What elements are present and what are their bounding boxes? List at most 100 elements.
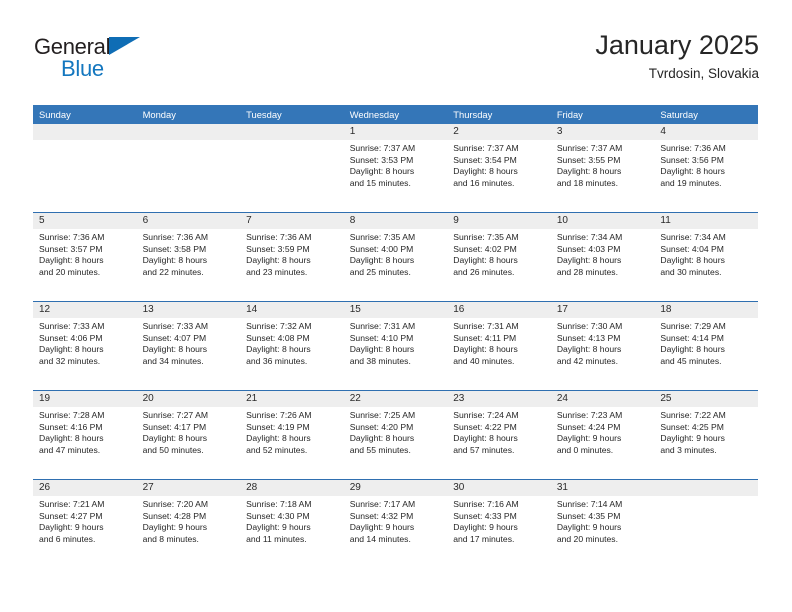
sunrise-time: Sunrise: 7:14 AM: [556, 499, 623, 509]
day-number: 12: [33, 302, 137, 318]
daylight-duration-line2: and 23 minutes.: [246, 266, 308, 277]
day-sun-details: Sunrise: 7:29 AM Sunset: 4:14 PM Daylight:…: [654, 318, 758, 367]
day-number: [136, 124, 241, 140]
day-number: 31: [550, 480, 655, 496]
weekday-header-friday: Friday: [556, 109, 583, 120]
calendar-day-cell[interactable]: 9 Sunrise: 7:35 AM Sunset: 4:02 PM Daylight…: [447, 213, 551, 301]
day-sun-details: Sunrise: 7:24 AM Sunset: 4:22 PM Daylight:…: [447, 407, 551, 456]
daylight-duration-line2: and 50 minutes.: [142, 444, 204, 455]
day-sun-details: Sunrise: 7:18 AM Sunset: 4:30 PM Daylight:…: [240, 496, 344, 545]
calendar-day-cell-empty: [240, 124, 344, 212]
calendar-day-cell-empty: [33, 124, 137, 212]
day-sun-details: Sunrise: 7:36 AM Sunset: 3:57 PM Daylight:…: [33, 229, 137, 278]
day-number: 22: [343, 391, 448, 407]
general-blue-logo[interactable]: General Blue: [33, 34, 233, 86]
weekday-header-wednesday: Wednesday: [349, 109, 400, 120]
daylight-duration-line2: and 20 minutes.: [556, 533, 618, 544]
day-number: 5: [33, 213, 137, 229]
calendar-day-cell[interactable]: 3 Sunrise: 7:37 AM Sunset: 3:55 PM Daylight…: [550, 124, 655, 212]
day-number: 26: [33, 480, 137, 496]
daylight-duration-line1: Daylight: 8 hours: [556, 344, 622, 355]
calendar-day-cell[interactable]: 10 Sunrise: 7:34 AM Sunset: 4:03 PM Dayligh…: [550, 213, 655, 301]
calendar-day-cell[interactable]: 24 Sunrise: 7:23 AM Sunset: 4:24 PM Dayligh…: [550, 391, 655, 479]
calendar-weeks: 1 Sunrise: 7:37 AM Sunset: 3:53 PM Daylight…: [33, 124, 758, 568]
sunrise-time: Sunrise: 7:26 AM: [246, 410, 312, 420]
daylight-duration-line1: Daylight: 8 hours: [453, 433, 518, 444]
calendar-day-cell[interactable]: 22 Sunrise: 7:25 AM Sunset: 4:20 PM Dayligh…: [343, 391, 448, 479]
sunset-time: Sunset: 4:17 PM: [142, 421, 207, 432]
calendar-day-cell[interactable]: 30 Sunrise: 7:16 AM Sunset: 4:33 PM Dayligh…: [447, 480, 551, 568]
day-number: 20: [136, 391, 241, 407]
calendar-day-cell[interactable]: 31 Sunrise: 7:14 AM Sunset: 4:35 PM Dayligh…: [550, 480, 655, 568]
calendar-day-cell[interactable]: 20 Sunrise: 7:27 AM Sunset: 4:17 PM Dayligh…: [136, 391, 241, 479]
day-number: 30: [447, 480, 551, 496]
daylight-duration-line1: Daylight: 9 hours: [660, 433, 725, 444]
sunrise-time: Sunrise: 7:36 AM: [39, 232, 105, 242]
sunset-time: Sunset: 4:13 PM: [556, 332, 621, 343]
sunrise-time: Sunrise: 7:17 AM: [349, 499, 416, 509]
sunset-time: Sunset: 3:56 PM: [660, 154, 724, 165]
calendar-day-cell[interactable]: 28 Sunrise: 7:18 AM Sunset: 4:30 PM Dayligh…: [240, 480, 344, 568]
calendar-day-cell[interactable]: 25 Sunrise: 7:22 AM Sunset: 4:25 PM Dayligh…: [654, 391, 758, 479]
calendar-day-cell[interactable]: 27 Sunrise: 7:20 AM Sunset: 4:28 PM Dayligh…: [136, 480, 241, 568]
calendar-day-cell[interactable]: 17 Sunrise: 7:30 AM Sunset: 4:13 PM Dayligh…: [550, 302, 655, 390]
calendar-day-cell[interactable]: 4 Sunrise: 7:36 AM Sunset: 3:56 PM Daylight…: [654, 124, 758, 212]
daylight-duration-line2: and 14 minutes.: [349, 533, 411, 544]
sunrise-time: Sunrise: 7:33 AM: [39, 321, 105, 331]
calendar-day-cell[interactable]: 11 Sunrise: 7:34 AM Sunset: 4:04 PM Dayligh…: [654, 213, 758, 301]
calendar-day-cell[interactable]: 26 Sunrise: 7:21 AM Sunset: 4:27 PM Dayligh…: [33, 480, 137, 568]
daylight-duration-line2: and 20 minutes.: [39, 266, 101, 277]
daylight-duration-line1: Daylight: 8 hours: [246, 255, 311, 266]
day-sun-details: Sunrise: 7:34 AM Sunset: 4:04 PM Daylight:…: [654, 229, 758, 278]
sunrise-time: Sunrise: 7:20 AM: [142, 499, 209, 509]
calendar-week-row: 12 Sunrise: 7:33 AM Sunset: 4:06 PM Dayligh…: [33, 301, 758, 390]
calendar-week-cells: 12 Sunrise: 7:33 AM Sunset: 4:06 PM Dayligh…: [33, 302, 758, 390]
daylight-duration-line1: Daylight: 8 hours: [39, 255, 104, 266]
calendar-day-cell[interactable]: 18 Sunrise: 7:29 AM Sunset: 4:14 PM Dayligh…: [654, 302, 758, 390]
daylight-duration-line2: and 42 minutes.: [556, 355, 618, 366]
calendar-day-cell[interactable]: 23 Sunrise: 7:24 AM Sunset: 4:22 PM Dayligh…: [447, 391, 551, 479]
daylight-duration-line2: and 0 minutes.: [556, 444, 614, 455]
calendar-day-cell[interactable]: 1 Sunrise: 7:37 AM Sunset: 3:53 PM Daylight…: [343, 124, 448, 212]
daylight-duration-line1: Daylight: 8 hours: [142, 255, 208, 266]
daylight-duration-line2: and 18 minutes.: [556, 177, 618, 188]
daylight-duration-line2: and 8 minutes.: [142, 533, 199, 544]
calendar-day-cell-empty: [654, 480, 758, 568]
calendar-day-cell[interactable]: 2 Sunrise: 7:37 AM Sunset: 3:54 PM Daylight…: [447, 124, 551, 212]
day-number: 28: [240, 480, 344, 496]
calendar-day-cell[interactable]: 7 Sunrise: 7:36 AM Sunset: 3:59 PM Daylight…: [240, 213, 344, 301]
daylight-duration-line1: Daylight: 8 hours: [453, 166, 518, 177]
calendar-day-cell[interactable]: 14 Sunrise: 7:32 AM Sunset: 4:08 PM Dayligh…: [240, 302, 344, 390]
daylight-duration-line2: and 57 minutes.: [453, 444, 515, 455]
calendar-day-cell[interactable]: 8 Sunrise: 7:35 AM Sunset: 4:00 PM Daylight…: [343, 213, 448, 301]
sunrise-time: Sunrise: 7:31 AM: [349, 321, 416, 331]
day-sun-details: Sunrise: 7:27 AM Sunset: 4:17 PM Daylight:…: [137, 407, 241, 456]
calendar-day-cell[interactable]: 12 Sunrise: 7:33 AM Sunset: 4:06 PM Dayligh…: [33, 302, 137, 390]
calendar-day-cell[interactable]: 21 Sunrise: 7:26 AM Sunset: 4:19 PM Dayligh…: [240, 391, 344, 479]
day-number: 16: [447, 302, 551, 318]
daylight-duration-line2: and 32 minutes.: [39, 355, 101, 366]
daylight-duration-line1: Daylight: 8 hours: [349, 255, 415, 266]
sunset-time: Sunset: 4:22 PM: [453, 421, 517, 432]
daylight-duration-line2: and 3 minutes.: [660, 444, 717, 455]
daylight-duration-line2: and 16 minutes.: [453, 177, 515, 188]
calendar-day-cell[interactable]: 15 Sunrise: 7:31 AM Sunset: 4:10 PM Dayligh…: [343, 302, 448, 390]
day-sun-details: Sunrise: 7:20 AM Sunset: 4:28 PM Daylight:…: [137, 496, 241, 545]
sunrise-time: Sunrise: 7:35 AM: [349, 232, 416, 242]
sunset-time: Sunset: 3:59 PM: [246, 243, 310, 254]
day-number: 21: [240, 391, 344, 407]
calendar-day-cell[interactable]: 19 Sunrise: 7:28 AM Sunset: 4:16 PM Dayligh…: [33, 391, 137, 479]
calendar-grid: Sunday Monday Tuesday Wednesday Thursday…: [33, 105, 758, 568]
sunset-time: Sunset: 3:53 PM: [349, 154, 414, 165]
day-sun-details: Sunrise: 7:35 AM Sunset: 4:02 PM Daylight:…: [447, 229, 551, 278]
sunset-time: Sunset: 3:54 PM: [453, 154, 517, 165]
calendar-day-cell[interactable]: 29 Sunrise: 7:17 AM Sunset: 4:32 PM Dayligh…: [343, 480, 448, 568]
calendar-day-cell[interactable]: 16 Sunrise: 7:31 AM Sunset: 4:11 PM Dayligh…: [447, 302, 551, 390]
calendar-day-cell[interactable]: 5 Sunrise: 7:36 AM Sunset: 3:57 PM Daylight…: [33, 213, 137, 301]
calendar-day-cell[interactable]: 6 Sunrise: 7:36 AM Sunset: 3:58 PM Daylight…: [136, 213, 241, 301]
calendar-day-cell[interactable]: 13 Sunrise: 7:33 AM Sunset: 4:07 PM Dayligh…: [136, 302, 241, 390]
sunset-time: Sunset: 4:14 PM: [660, 332, 724, 343]
sunset-time: Sunset: 4:00 PM: [349, 243, 414, 254]
calendar-week-row: 5 Sunrise: 7:36 AM Sunset: 3:57 PM Daylight…: [33, 212, 758, 301]
sunrise-time: Sunrise: 7:24 AM: [453, 410, 519, 420]
